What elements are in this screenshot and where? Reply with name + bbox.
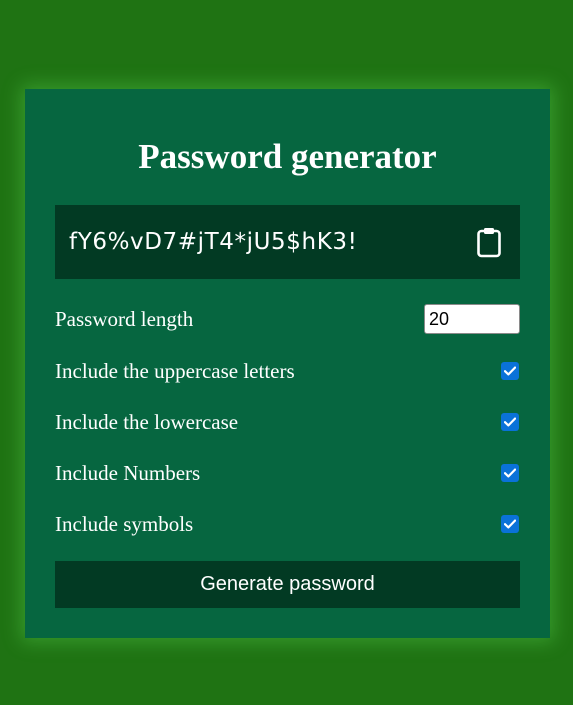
clipboard-icon[interactable] [474, 225, 504, 259]
lowercase-label: Include the lowercase [55, 409, 239, 434]
generate-password-button[interactable]: Generate password [55, 561, 520, 608]
numbers-checkbox[interactable] [501, 464, 519, 482]
numbers-label: Include Numbers [55, 460, 201, 485]
setting-symbols: Include symbols [55, 508, 520, 540]
password-result-box: fY6%vD7#jT4*jU5$hK3! [55, 205, 520, 279]
password-result-text: fY6%vD7#jT4*jU5$hK3! [69, 229, 358, 255]
password-generator-card: Password generator fY6%vD7#jT4*jU5$hK3! … [25, 89, 550, 638]
lowercase-checkbox[interactable] [501, 413, 519, 431]
password-length-label: Password length [55, 306, 194, 331]
setting-uppercase: Include the uppercase letters [55, 355, 520, 387]
symbols-label: Include symbols [55, 511, 194, 536]
uppercase-label: Include the uppercase letters [55, 358, 295, 383]
page-title: Password generator [138, 137, 437, 176]
uppercase-checkbox[interactable] [501, 362, 519, 380]
setting-numbers: Include Numbers [55, 457, 520, 489]
symbols-checkbox[interactable] [501, 515, 519, 533]
password-length-input[interactable] [424, 304, 520, 334]
setting-lowercase: Include the lowercase [55, 406, 520, 438]
setting-password-length: Password length [55, 303, 520, 335]
